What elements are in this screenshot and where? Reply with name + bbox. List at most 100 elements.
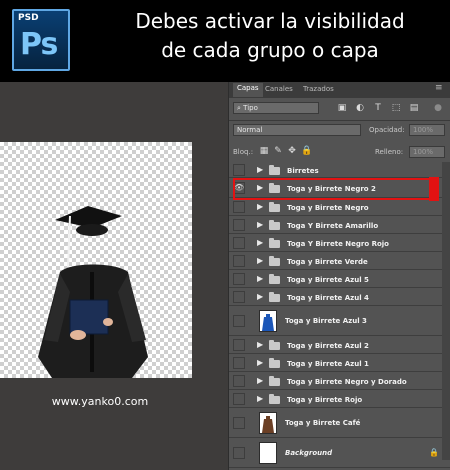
opacity-label: Opacidad: bbox=[369, 126, 405, 134]
layer-name: Toga y Birrete Azul 1 bbox=[287, 360, 369, 368]
expand-arrow-icon[interactable]: ▶ bbox=[257, 358, 265, 368]
visibility-toggle[interactable] bbox=[233, 201, 245, 213]
lock-icon: 🔒 bbox=[429, 448, 439, 457]
document-canvas[interactable] bbox=[0, 142, 192, 378]
logo-psd-text: PSD bbox=[18, 13, 39, 23]
filter-kind-label: Tipo bbox=[243, 104, 258, 112]
filter-adjustment-icon[interactable]: ◐ bbox=[355, 103, 365, 113]
expand-arrow-icon[interactable]: ▶ bbox=[257, 238, 265, 248]
expand-arrow-icon[interactable]: ▶ bbox=[257, 274, 265, 284]
layers-scrollbar[interactable] bbox=[442, 162, 450, 460]
layer-row[interactable]: ▶ Toga y Birrete Negro bbox=[229, 198, 450, 216]
expand-arrow-icon[interactable]: ▶ bbox=[257, 165, 265, 175]
filter-toggle-icon[interactable]: ● bbox=[433, 103, 443, 113]
layer-row[interactable]: ▶ Toga y Birrete Negro y Dorado bbox=[229, 372, 450, 390]
folder-icon bbox=[269, 274, 280, 284]
layer-name: Toga Y Birrete Amarillo bbox=[287, 222, 379, 230]
visibility-toggle[interactable] bbox=[233, 393, 245, 405]
lock-label: Bloq.: bbox=[233, 148, 254, 156]
fill-input[interactable]: 100% bbox=[409, 146, 445, 158]
visibility-toggle[interactable] bbox=[233, 237, 245, 249]
folder-icon bbox=[269, 256, 280, 266]
visibility-toggle[interactable] bbox=[233, 164, 245, 176]
layer-name: Toga Y Birrete Negro Rojo bbox=[287, 240, 389, 248]
expand-arrow-icon[interactable]: ▶ bbox=[257, 256, 265, 266]
layer-row[interactable]: Toga y Birrete Café bbox=[229, 408, 450, 438]
visibility-toggle[interactable] bbox=[233, 273, 245, 285]
expand-arrow-icon[interactable]: ▶ bbox=[257, 202, 265, 212]
layer-thumbnail-icon bbox=[259, 442, 277, 464]
folder-icon bbox=[269, 376, 280, 386]
lock-image-icon[interactable]: ✎ bbox=[273, 146, 283, 156]
filter-kind-select[interactable]: ⌕ Tipo bbox=[233, 102, 319, 114]
expand-arrow-icon[interactable]: ▶ bbox=[257, 394, 265, 404]
header-banner: PSD Ps Debes activar la visibilidad de c… bbox=[0, 0, 450, 82]
lock-transparent-icon[interactable]: ▦ bbox=[259, 146, 269, 156]
layer-name: Toga y Birrete Café bbox=[285, 419, 361, 427]
opacity-input[interactable]: 100% bbox=[409, 124, 445, 136]
lock-all-icon[interactable]: 🔒 bbox=[301, 146, 312, 156]
highlight-marker bbox=[429, 177, 439, 201]
visibility-toggle[interactable] bbox=[233, 447, 245, 459]
panel-menu-icon[interactable]: ≡ bbox=[435, 83, 443, 93]
filter-pixel-icon[interactable]: ▣ bbox=[337, 103, 347, 113]
visibility-toggle[interactable] bbox=[233, 255, 245, 267]
expand-arrow-icon[interactable]: ▶ bbox=[257, 340, 265, 350]
folder-icon bbox=[269, 292, 280, 302]
folder-icon bbox=[269, 220, 280, 230]
layer-row[interactable]: ▶ Toga y Birrete Azul 1 bbox=[229, 354, 450, 372]
photoshop-logo-icon: PSD Ps bbox=[12, 9, 70, 71]
filter-row: ⌕ Tipo ▣ ◐ T ⬚ ▤ ● bbox=[233, 102, 445, 116]
layer-name: Toga y Birrete Azul 5 bbox=[287, 276, 369, 284]
visibility-toggle[interactable] bbox=[233, 291, 245, 303]
watermark-text: www.yanko0.com bbox=[51, 395, 149, 408]
visibility-toggle[interactable] bbox=[233, 375, 245, 387]
expand-arrow-icon[interactable]: ▶ bbox=[257, 220, 265, 230]
layer-row[interactable]: ▶ Toga y Birrete Azul 5 bbox=[229, 270, 450, 288]
visibility-toggle[interactable] bbox=[233, 219, 245, 231]
folder-icon bbox=[269, 238, 280, 248]
layer-row[interactable]: ▶ Toga y Birrete Rojo bbox=[229, 390, 450, 408]
title-line-2: de cada grupo o capa bbox=[161, 38, 379, 62]
filter-type-icon[interactable]: T bbox=[373, 103, 383, 113]
folder-icon bbox=[269, 358, 280, 368]
layer-name: Birretes bbox=[287, 167, 319, 175]
filter-smart-object-icon[interactable]: ▤ bbox=[409, 103, 419, 113]
tab-canales[interactable]: Canales bbox=[265, 85, 293, 93]
layer-row[interactable]: ▶ Toga y Birrete Azul 2 bbox=[229, 336, 450, 354]
expand-arrow-icon[interactable]: ▶ bbox=[257, 376, 265, 386]
expand-arrow-icon[interactable]: ▶ bbox=[257, 292, 265, 302]
folder-icon bbox=[269, 340, 280, 350]
visibility-toggle[interactable] bbox=[233, 417, 245, 429]
folder-icon bbox=[269, 202, 280, 212]
layer-row[interactable]: ▶ Toga Y Birrete Negro Rojo bbox=[229, 234, 450, 252]
tab-capas[interactable]: Capas bbox=[233, 83, 263, 97]
layer-row[interactable]: ▶ Toga y Birrete Azul 4 bbox=[229, 288, 450, 306]
layers-panel: Capas Canales Trazados ≡ ⌕ Tipo ▣ ◐ T ⬚ … bbox=[228, 82, 450, 470]
layer-name: Toga y Birrete Negro y Dorado bbox=[287, 378, 407, 386]
layer-thumbnail-icon bbox=[259, 412, 277, 434]
layer-name: Background bbox=[285, 449, 333, 457]
filter-shape-icon[interactable]: ⬚ bbox=[391, 103, 401, 113]
layer-name: Toga y Birrete Negro bbox=[287, 204, 369, 212]
lock-position-icon[interactable]: ✥ bbox=[287, 146, 297, 156]
visibility-toggle[interactable] bbox=[233, 357, 245, 369]
tab-trazados[interactable]: Trazados bbox=[303, 85, 334, 93]
fill-label: Relleno: bbox=[375, 148, 404, 156]
layer-row[interactable]: ▶ Birretes bbox=[229, 162, 450, 178]
layer-row[interactable]: Background 🔒 bbox=[229, 438, 450, 468]
highlight-box bbox=[233, 178, 439, 200]
layer-name: Toga y Birrete Rojo bbox=[287, 396, 363, 404]
graduate-figure-image bbox=[38, 206, 148, 378]
visibility-toggle[interactable] bbox=[233, 315, 245, 327]
visibility-toggle[interactable] bbox=[233, 339, 245, 351]
blend-mode-select[interactable]: Normal bbox=[233, 124, 361, 136]
document-stage: www.yanko0.com bbox=[0, 82, 228, 470]
layer-row[interactable]: Toga y Birrete Azul 3 bbox=[229, 306, 450, 336]
layer-name: Toga y Birrete Verde bbox=[287, 258, 368, 266]
layer-row[interactable]: ▶ Toga Y Birrete Amarillo bbox=[229, 216, 450, 234]
folder-icon bbox=[269, 394, 280, 404]
layer-name: Toga y Birrete Azul 4 bbox=[287, 294, 369, 302]
layer-row[interactable]: ▶ Toga y Birrete Verde bbox=[229, 252, 450, 270]
divider bbox=[229, 120, 450, 121]
